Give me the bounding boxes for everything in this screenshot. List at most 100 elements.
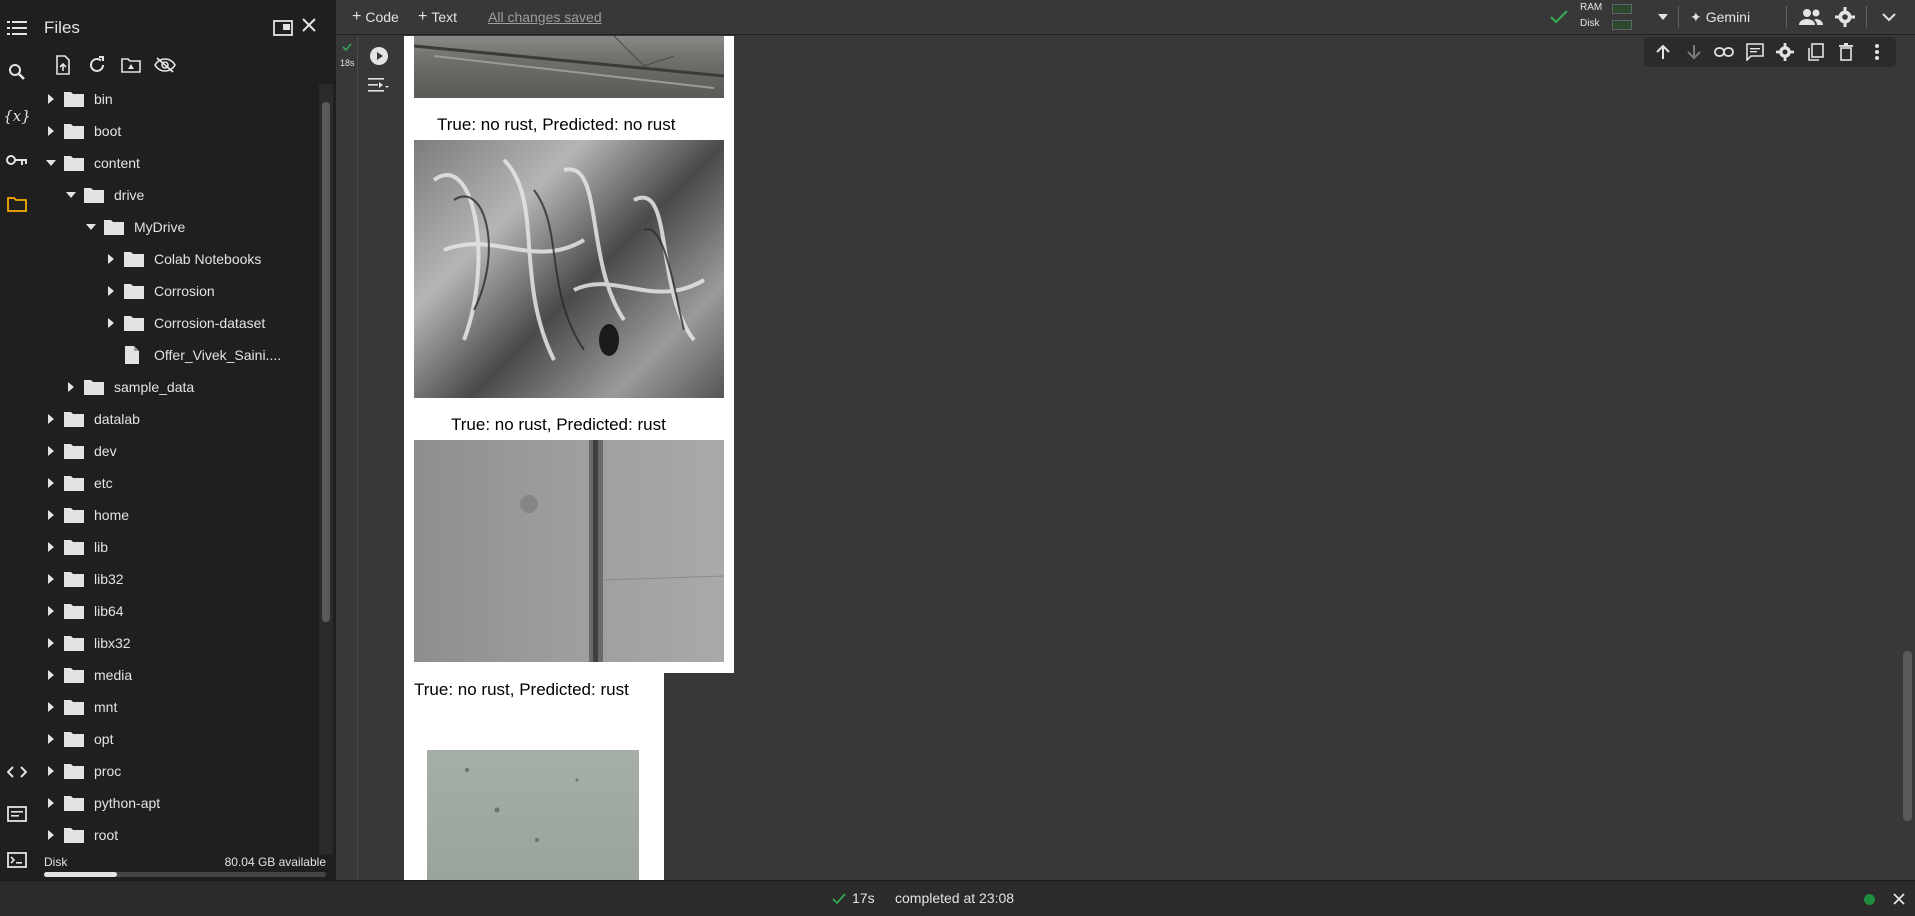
scrollbar-thumb[interactable] bbox=[322, 102, 330, 622]
terminal-icon[interactable] bbox=[5, 848, 29, 872]
caret-down-icon[interactable] bbox=[64, 180, 78, 210]
notebook-toolbar: + Code + Text All changes saved RAM Disk ✦… bbox=[336, 0, 1915, 35]
scrollbar-thumb[interactable] bbox=[1903, 651, 1912, 821]
folder-icon bbox=[84, 378, 106, 396]
collapse-chevron-icon[interactable] bbox=[1876, 4, 1902, 30]
tree-item-label: home bbox=[94, 507, 130, 523]
chevron-down-icon[interactable] bbox=[1650, 4, 1676, 30]
prediction-caption: True: no rust, Predicted: rust bbox=[451, 415, 666, 434]
move-down-icon[interactable] bbox=[1683, 41, 1705, 63]
tree-folder-item[interactable]: Corrosion bbox=[104, 276, 215, 306]
caret-right-icon[interactable] bbox=[104, 276, 118, 306]
caret-right-icon[interactable] bbox=[44, 756, 58, 786]
caret-right-icon[interactable] bbox=[104, 244, 118, 274]
caret-right-icon[interactable] bbox=[44, 692, 58, 722]
tree-folder-item[interactable]: media bbox=[44, 660, 132, 690]
folder-icon bbox=[64, 538, 86, 556]
tree-item-label: Corrosion-dataset bbox=[154, 315, 266, 331]
output-actions-icon[interactable] bbox=[366, 72, 392, 98]
tree-folder-item[interactable]: libx32 bbox=[44, 628, 131, 658]
tree-folder-item[interactable]: sample_data bbox=[64, 372, 194, 402]
tree-folder-item[interactable]: boot bbox=[44, 116, 121, 146]
caret-down-icon[interactable] bbox=[84, 212, 98, 242]
close-status-icon[interactable] bbox=[1886, 886, 1912, 912]
move-up-icon[interactable] bbox=[1652, 41, 1674, 63]
open-in-tab-icon[interactable] bbox=[270, 15, 296, 41]
caret-right-icon[interactable] bbox=[44, 724, 58, 754]
caret-right-icon[interactable] bbox=[44, 820, 58, 850]
toolbar-divider bbox=[1678, 6, 1679, 28]
file-icon bbox=[124, 346, 146, 364]
caret-right-icon[interactable] bbox=[44, 788, 58, 818]
file-tree-scrollbar[interactable] bbox=[319, 84, 333, 854]
mount-drive-icon[interactable] bbox=[118, 52, 144, 78]
caret-right-icon[interactable] bbox=[44, 660, 58, 690]
tree-folder-item[interactable]: lib bbox=[44, 532, 108, 562]
add-text-button[interactable]: + Text bbox=[418, 7, 457, 27]
notebook-scrollbar[interactable] bbox=[1900, 36, 1915, 880]
tree-item-label: drive bbox=[114, 187, 145, 203]
share-people-icon[interactable] bbox=[1798, 4, 1824, 30]
delete-icon[interactable] bbox=[1835, 41, 1857, 63]
resource-monitor[interactable]: RAM Disk bbox=[1580, 2, 1644, 32]
search-icon[interactable] bbox=[5, 60, 29, 84]
caret-right-icon[interactable] bbox=[44, 116, 58, 146]
gear-icon[interactable] bbox=[1832, 4, 1858, 30]
tree-folder-item[interactable]: opt bbox=[44, 724, 113, 754]
tree-folder-item[interactable]: Corrosion-dataset bbox=[104, 308, 265, 338]
caret-right-icon[interactable] bbox=[44, 500, 58, 530]
caret-right-icon[interactable] bbox=[44, 532, 58, 562]
key-icon[interactable] bbox=[5, 148, 29, 172]
tree-folder-item[interactable]: MyDrive bbox=[84, 212, 185, 242]
tree-item-label: Offer_Vivek_Saini.... bbox=[154, 347, 282, 363]
upload-icon[interactable] bbox=[50, 52, 76, 78]
add-code-button[interactable]: + Code bbox=[352, 7, 399, 27]
link-icon[interactable] bbox=[1713, 41, 1735, 63]
tree-folder-item[interactable]: home bbox=[44, 500, 129, 530]
tree-folder-item[interactable]: bin bbox=[44, 84, 113, 114]
caret-right-icon[interactable] bbox=[44, 84, 58, 114]
sparkle-icon: ✦ bbox=[1690, 8, 1702, 25]
tree-folder-item[interactable]: drive bbox=[64, 180, 144, 210]
tree-folder-item[interactable]: Colab Notebooks bbox=[104, 244, 261, 274]
variables-icon[interactable]: {x} bbox=[3, 104, 31, 128]
table-of-contents-icon[interactable] bbox=[5, 16, 29, 40]
gemini-button[interactable]: ✦ Gemini bbox=[1690, 7, 1750, 27]
execution-time: 18s bbox=[340, 58, 355, 68]
save-status-link[interactable]: All changes saved bbox=[488, 9, 602, 25]
mirror-cell-icon[interactable] bbox=[1805, 41, 1827, 63]
caret-right-icon[interactable] bbox=[104, 308, 118, 338]
caret-down-icon[interactable] bbox=[44, 148, 58, 178]
code-snippets-icon[interactable] bbox=[5, 760, 29, 784]
run-cell-icon[interactable] bbox=[366, 43, 392, 69]
tree-folder-item[interactable]: etc bbox=[44, 468, 113, 498]
more-vert-icon[interactable] bbox=[1866, 41, 1888, 63]
tree-folder-item[interactable]: lib64 bbox=[44, 596, 124, 626]
caret-right-icon[interactable] bbox=[44, 628, 58, 658]
command-palette-icon[interactable] bbox=[5, 802, 29, 826]
tree-folder-item[interactable]: python-apt bbox=[44, 788, 160, 818]
tree-folder-item[interactable]: content bbox=[44, 148, 140, 178]
caret-right-icon[interactable] bbox=[44, 596, 58, 626]
tree-folder-item[interactable]: proc bbox=[44, 756, 121, 786]
caret-right-icon[interactable] bbox=[44, 404, 58, 434]
caret-right-icon[interactable] bbox=[44, 564, 58, 594]
folder-icon[interactable] bbox=[5, 192, 29, 216]
refresh-icon[interactable] bbox=[84, 52, 110, 78]
comment-icon[interactable] bbox=[1744, 41, 1766, 63]
folder-icon bbox=[64, 794, 86, 812]
tree-item-label: datalab bbox=[94, 411, 140, 427]
tree-folder-item[interactable]: datalab bbox=[44, 404, 140, 434]
tree-folder-item[interactable]: dev bbox=[44, 436, 117, 466]
cell-settings-icon[interactable] bbox=[1774, 41, 1796, 63]
disk-usage-fill bbox=[44, 872, 118, 877]
caret-right-icon[interactable] bbox=[44, 436, 58, 466]
caret-right-icon[interactable] bbox=[44, 468, 58, 498]
hide-icon[interactable] bbox=[152, 52, 178, 78]
tree-folder-item[interactable]: root bbox=[44, 820, 118, 850]
tree-folder-item[interactable]: mnt bbox=[44, 692, 117, 722]
tree-file-item[interactable]: Offer_Vivek_Saini.... bbox=[104, 340, 281, 370]
tree-folder-item[interactable]: lib32 bbox=[44, 564, 124, 594]
close-icon[interactable] bbox=[296, 12, 322, 38]
caret-right-icon[interactable] bbox=[64, 372, 78, 402]
